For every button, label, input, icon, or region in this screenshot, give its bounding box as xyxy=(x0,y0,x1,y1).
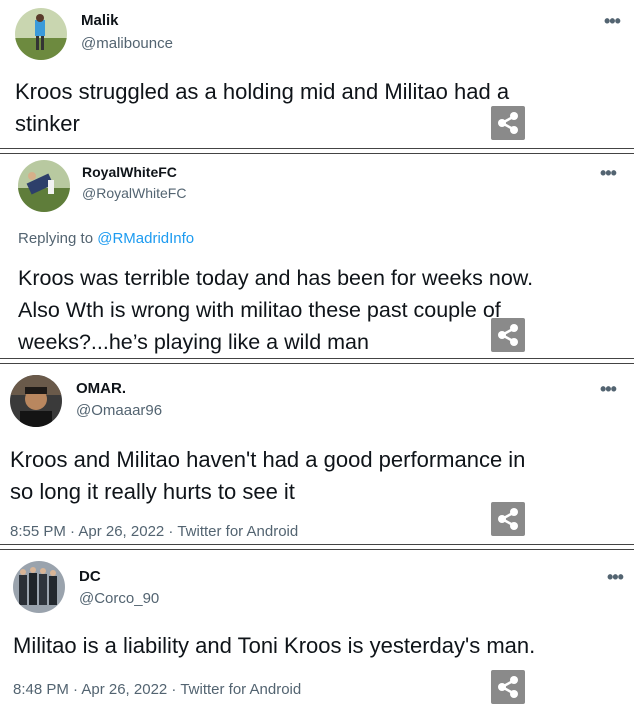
avatar[interactable] xyxy=(13,561,65,613)
share-icon[interactable] xyxy=(491,318,525,352)
share-icon[interactable] xyxy=(491,106,525,140)
share-icon[interactable] xyxy=(491,670,525,704)
avatar[interactable] xyxy=(15,8,67,60)
author-handle[interactable]: @RoyalWhiteFC xyxy=(82,185,186,201)
avatar[interactable] xyxy=(18,160,70,212)
tweet-card-dc[interactable]: DC @Corco_90 ••• Militao is a liability … xyxy=(0,550,634,713)
author-handle[interactable]: @malibounce xyxy=(81,35,173,52)
avatar[interactable] xyxy=(10,375,62,427)
author-handle[interactable]: @Omaaar96 xyxy=(76,402,162,419)
author-name[interactable]: Malik xyxy=(81,12,119,29)
author-name[interactable]: DC xyxy=(79,568,101,585)
reply-mention-link[interactable]: @RMadridInfo xyxy=(97,230,194,247)
tweet-card-malik[interactable]: Malik @malibounce ••• Kroos struggled as… xyxy=(0,0,634,148)
more-horizontal-icon[interactable]: ••• xyxy=(604,12,621,30)
author-name[interactable]: OMAR. xyxy=(76,380,126,397)
more-horizontal-icon[interactable]: ••• xyxy=(607,568,624,586)
more-horizontal-icon[interactable]: ••• xyxy=(600,164,617,182)
tweet-card-omar[interactable]: OMAR. @Omaaar96 ••• Kroos and Militao ha… xyxy=(0,364,634,544)
tweet-text: Kroos and Militao haven't had a good per… xyxy=(10,447,526,504)
tweet-text: Kroos struggled as a holding mid and Mil… xyxy=(15,79,510,136)
tweet-card-royalwhitefc[interactable]: RoyalWhiteFC @RoyalWhiteFC ••• Replying … xyxy=(0,154,634,358)
tweet-timestamp[interactable]: 8:55 PM · Apr 26, 2022 · Twitter for And… xyxy=(10,523,298,540)
tweet-text: Kroos was terrible today and has been fo… xyxy=(18,266,534,354)
replying-to-label: Replying to xyxy=(18,230,94,247)
share-icon[interactable] xyxy=(491,502,525,536)
author-handle[interactable]: @Corco_90 xyxy=(79,590,159,607)
tweet-timestamp[interactable]: 8:48 PM · Apr 26, 2022 · Twitter for And… xyxy=(13,681,301,698)
tweet-text: Militao is a liability and Toni Kroos is… xyxy=(13,633,536,658)
more-horizontal-icon[interactable]: ••• xyxy=(600,380,617,398)
replying-to: Replying to @RMadridInfo xyxy=(18,230,194,247)
author-name[interactable]: RoyalWhiteFC xyxy=(82,164,177,180)
